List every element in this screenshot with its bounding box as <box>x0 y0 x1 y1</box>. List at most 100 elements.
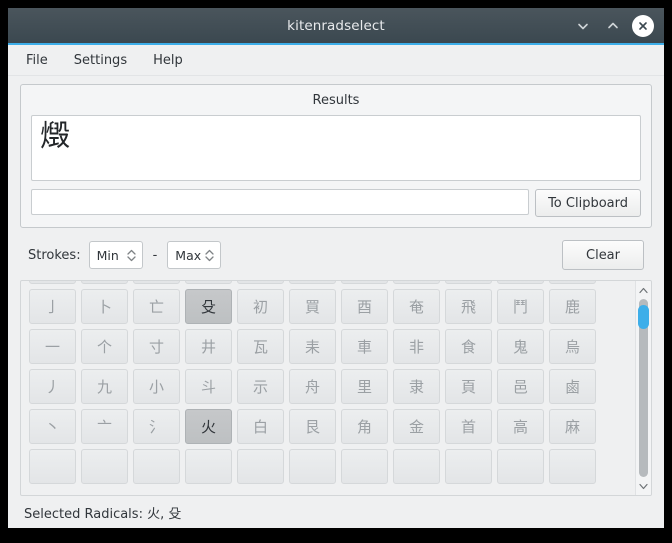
radical-row-clipped-top <box>25 281 631 284</box>
radical-button[interactable] <box>289 449 336 484</box>
radical-button[interactable] <box>81 281 128 284</box>
radical-button-3-4[interactable]: 白 <box>237 409 284 444</box>
radical-button-3-3[interactable]: 火 <box>185 409 232 444</box>
radical-button-0-9[interactable]: 鬥 <box>497 289 544 324</box>
close-button[interactable] <box>632 15 654 37</box>
radical-button-0-0[interactable]: 亅 <box>29 289 76 324</box>
radical-button-1-3[interactable]: 井 <box>185 329 232 364</box>
radical-button[interactable] <box>497 281 544 284</box>
scrollbar-track[interactable] <box>639 299 648 477</box>
radical-button-2-0[interactable]: 丿 <box>29 369 76 404</box>
radical-button[interactable] <box>393 449 440 484</box>
radical-button[interactable] <box>29 449 76 484</box>
radical-row-3: 丿 九 小 斗 示 舟 里 隶 頁 邑 鹵 <box>25 369 631 404</box>
strokes-max-spinbox[interactable]: Max <box>167 241 221 269</box>
selected-radicals-status: Selected Radicals: 火, 殳 <box>24 503 181 522</box>
results-list[interactable]: 燬 <box>31 115 641 181</box>
radical-button[interactable] <box>133 281 180 284</box>
radical-button-3-0[interactable]: 丶 <box>29 409 76 444</box>
radical-button-0-6[interactable]: 酉 <box>341 289 388 324</box>
strokes-label: Strokes: <box>28 248 81 263</box>
radical-button-2-6[interactable]: 里 <box>341 369 388 404</box>
maximize-button[interactable] <box>602 15 624 37</box>
radical-button-0-2[interactable]: 亡 <box>133 289 180 324</box>
radical-button-0-1[interactable]: 卜 <box>81 289 128 324</box>
chevron-down-icon <box>576 19 590 33</box>
radical-button-3-2[interactable]: 氵 <box>133 409 180 444</box>
radical-button[interactable] <box>133 449 180 484</box>
radical-row-clipped-bottom <box>25 449 631 484</box>
radical-button-3-9[interactable]: 高 <box>497 409 544 444</box>
strokes-row: Strokes: Min - Max <box>28 240 652 270</box>
radical-button-2-3[interactable]: 斗 <box>185 369 232 404</box>
radical-button[interactable] <box>29 281 76 284</box>
radical-button[interactable] <box>237 449 284 484</box>
radical-button-2-5[interactable]: 舟 <box>289 369 336 404</box>
scroll-up-button[interactable] <box>637 284 651 296</box>
radical-button-1-6[interactable]: 車 <box>341 329 388 364</box>
radical-button[interactable] <box>445 449 492 484</box>
radical-button-0-5[interactable]: 買 <box>289 289 336 324</box>
radical-button-0-8[interactable]: 飛 <box>445 289 492 324</box>
radical-button-1-10[interactable]: 烏 <box>549 329 596 364</box>
spinner-arrows-icon[interactable] <box>204 248 215 263</box>
radical-button-2-8[interactable]: 頁 <box>445 369 492 404</box>
radical-button-1-4[interactable]: 瓦 <box>237 329 284 364</box>
radical-button[interactable] <box>497 449 544 484</box>
radical-button-2-4[interactable]: 示 <box>237 369 284 404</box>
radical-button[interactable] <box>393 281 440 284</box>
radical-button-1-8[interactable]: 食 <box>445 329 492 364</box>
radical-button-1-0[interactable]: 一 <box>29 329 76 364</box>
strokes-min-value: Min <box>97 248 119 263</box>
radical-button-2-2[interactable]: 小 <box>133 369 180 404</box>
scrollbar-thumb[interactable] <box>638 305 649 329</box>
radical-button-1-5[interactable]: 耒 <box>289 329 336 364</box>
minimize-button[interactable] <box>572 15 594 37</box>
radical-button[interactable] <box>341 449 388 484</box>
radical-button-2-1[interactable]: 九 <box>81 369 128 404</box>
to-clipboard-button[interactable]: To Clipboard <box>535 189 641 217</box>
radical-button-2-9[interactable]: 邑 <box>497 369 544 404</box>
radical-button-3-10[interactable]: 麻 <box>549 409 596 444</box>
radical-button[interactable] <box>341 281 388 284</box>
clear-button[interactable]: Clear <box>562 240 644 270</box>
radical-button-0-3[interactable]: 殳 <box>185 289 232 324</box>
clipboard-input[interactable] <box>31 189 529 215</box>
strokes-min-spinbox[interactable]: Min <box>89 241 143 269</box>
radical-button[interactable] <box>549 449 596 484</box>
radical-button-0-7[interactable]: 奄 <box>393 289 440 324</box>
menu-item-help[interactable]: Help <box>151 51 185 70</box>
strokes-separator: - <box>153 248 158 263</box>
result-kanji-item[interactable]: 燬 <box>40 120 632 155</box>
radical-button-3-5[interactable]: 艮 <box>289 409 336 444</box>
radical-button-3-8[interactable]: 首 <box>445 409 492 444</box>
radical-button[interactable] <box>237 281 284 284</box>
menu-item-file[interactable]: File <box>24 51 50 70</box>
radical-button[interactable] <box>185 281 232 284</box>
radical-button-0-10[interactable]: 鹿 <box>549 289 596 324</box>
radical-button[interactable] <box>185 449 232 484</box>
radical-button[interactable] <box>289 281 336 284</box>
menu-bar: File Settings Help <box>8 45 664 76</box>
radical-button-3-1[interactable]: 亠 <box>81 409 128 444</box>
menu-item-settings[interactable]: Settings <box>72 51 129 70</box>
radical-button-2-10[interactable]: 鹵 <box>549 369 596 404</box>
radical-button-1-1[interactable]: 个 <box>81 329 128 364</box>
radical-button-1-7[interactable]: 非 <box>393 329 440 364</box>
radical-button[interactable] <box>445 281 492 284</box>
radical-grid-scrollbar[interactable] <box>635 281 651 495</box>
radical-button-3-7[interactable]: 金 <box>393 409 440 444</box>
radical-button[interactable] <box>549 281 596 284</box>
radical-grid: 亅 卜 亡 殳 初 買 酉 奄 飛 鬥 鹿 一 个 <box>25 281 631 484</box>
chevron-down-icon <box>638 482 649 491</box>
radical-button-1-9[interactable]: 鬼 <box>497 329 544 364</box>
scroll-down-button[interactable] <box>637 480 651 492</box>
window-title: kitenradselect <box>8 18 664 34</box>
radical-button-0-4[interactable]: 初 <box>237 289 284 324</box>
results-groupbox: Results 燬 To Clipboard <box>20 84 652 228</box>
spinner-arrows-icon[interactable] <box>126 248 137 263</box>
radical-button-3-6[interactable]: 角 <box>341 409 388 444</box>
radical-button-1-2[interactable]: 寸 <box>133 329 180 364</box>
radical-button[interactable] <box>81 449 128 484</box>
radical-button-2-7[interactable]: 隶 <box>393 369 440 404</box>
